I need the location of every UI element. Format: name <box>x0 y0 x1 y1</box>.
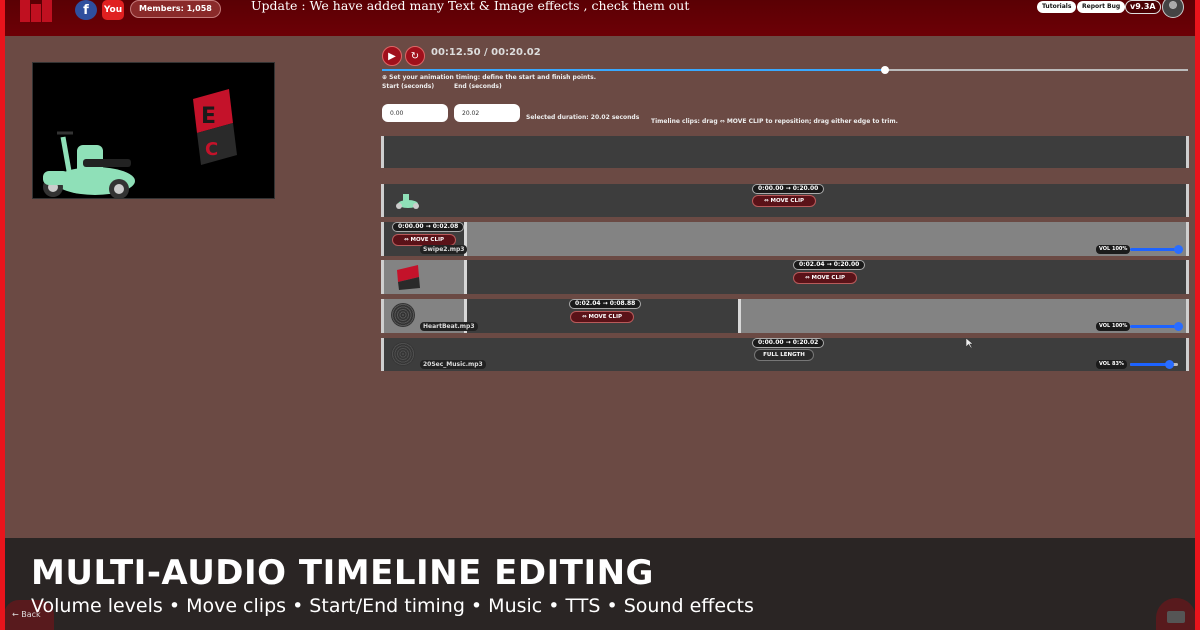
scrubber-handle[interactable] <box>881 66 890 74</box>
volume-slider-handle[interactable] <box>1173 245 1183 254</box>
volume-slider[interactable] <box>1130 245 1183 254</box>
clip-range-badge: 0:02.04 → 0:08.88 <box>569 299 642 309</box>
update-banner: Update : We have added many Text & Image… <box>251 0 690 13</box>
volume-slider-handle[interactable] <box>1165 360 1175 369</box>
volume-slider-fill <box>1130 325 1178 328</box>
top-bar: f You Members: 1,058 Update : We have ad… <box>0 0 1200 36</box>
emc-logo: E C <box>193 89 237 165</box>
scrubber-progress <box>382 69 886 71</box>
preview-canvas: E C <box>43 89 237 198</box>
timeline-track-logo[interactable]: 0:02.04 → 0:20.00 ⇔ MOVE CLIP <box>381 260 1189 294</box>
volume-slider-fill <box>1130 248 1178 251</box>
timing-hint: ⊕ Set your animation timing: define the … <box>382 74 597 81</box>
move-clip-button[interactable]: ⇔ MOVE CLIP <box>752 195 816 207</box>
time-readout: 00:12.50 / 00:20.02 <box>431 47 541 58</box>
replay-icon: ↻ <box>410 50 420 62</box>
timeline-track-music[interactable]: 0:00.00 → 0:20.02 FULL LENGTH 20Sec_Musi… <box>381 338 1189 371</box>
youtube-icon[interactable]: You <box>102 0 124 20</box>
end-seconds-input[interactable] <box>454 104 520 122</box>
audio-disc-icon <box>391 342 415 366</box>
site-logo[interactable] <box>18 0 54 24</box>
volume-label: VOL 100% <box>1096 245 1131 254</box>
play-button[interactable]: ▶ <box>382 46 402 66</box>
volume-label: VOL 100% <box>1096 322 1131 331</box>
volume-slider-handle[interactable] <box>1173 322 1183 331</box>
timeline-track-heartbeat[interactable]: 0:02.04 → 0:08.88 ⇔ MOVE CLIP HeartBeat.… <box>381 299 1189 333</box>
timeline-track-empty[interactable] <box>381 136 1189 168</box>
clip-range-badge: 0:00.00 → 0:20.00 <box>752 184 825 194</box>
audio-disc-icon <box>391 303 415 327</box>
end-label: End (seconds) <box>454 83 502 90</box>
move-clip-button[interactable]: ⇔ MOVE CLIP <box>570 311 634 323</box>
volume-slider[interactable] <box>1130 360 1178 369</box>
clip-range-badge: 0:02.04 → 0:20.00 <box>793 260 866 270</box>
playback-scrubber[interactable] <box>382 66 1188 74</box>
timeline-track-swipe[interactable]: 0:00.00 → 0:02.08 ⇔ MOVE CLIP Swipe2.mp3… <box>381 222 1189 256</box>
logo-thumbnail <box>397 265 420 290</box>
tutorials-button[interactable]: Tutorials <box>1037 1 1077 13</box>
caption-subtitle: Volume levels • Move clips • Start/End t… <box>31 595 754 617</box>
clip-trim-handle[interactable] <box>738 299 741 333</box>
play-icon: ▶ <box>388 50 396 62</box>
members-count-badge: Members: 1,058 <box>130 0 221 18</box>
avatar[interactable] <box>1162 0 1184 18</box>
volume-slider[interactable] <box>1130 322 1183 331</box>
audio-file-name: HeartBeat.mp3 <box>420 322 478 331</box>
track-inactive-region <box>464 222 1186 256</box>
start-label: Start (seconds) <box>382 83 435 90</box>
facebook-icon[interactable]: f <box>75 0 97 20</box>
report-bug-button[interactable]: Report Bug <box>1077 1 1126 13</box>
svg-text:C: C <box>205 139 218 160</box>
volume-label: VOL 83% <box>1096 360 1127 369</box>
clip-range-badge: 0:00.00 → 0:02.08 <box>392 222 465 232</box>
audio-file-name: 20Sec_Music.mp3 <box>420 360 486 369</box>
selected-duration: Selected duration: 20.02 seconds <box>526 114 640 121</box>
timeline-track-scooter[interactable]: 0:00.00 → 0:20.00 ⇔ MOVE CLIP <box>381 184 1189 217</box>
replay-button[interactable]: ↻ <box>405 46 425 66</box>
caption-title: MULTI-AUDIO TIMELINE EDITING <box>31 553 654 593</box>
volume-slider-fill <box>1130 363 1170 366</box>
scooter-thumbnail <box>396 194 419 209</box>
chat-icon <box>1167 611 1185 623</box>
audio-file-name: Swipe2.mp3 <box>420 245 468 254</box>
mouse-cursor-icon <box>966 338 974 348</box>
move-clip-button[interactable]: ⇔ MOVE CLIP <box>793 272 857 284</box>
clips-hint: Timeline clips: drag ⇔ MOVE CLIP to repo… <box>651 118 898 125</box>
start-seconds-input[interactable] <box>382 104 448 122</box>
scooter-image <box>43 131 135 198</box>
chat-button[interactable] <box>1156 598 1196 630</box>
version-badge: v9.3A <box>1125 0 1161 14</box>
svg-text:E: E <box>201 104 216 129</box>
full-length-button[interactable]: FULL LENGTH <box>754 349 814 361</box>
clip-range-badge: 0:00.00 → 0:20.02 <box>752 338 825 348</box>
clip-trim-handle[interactable] <box>464 260 467 294</box>
video-preview[interactable]: E C <box>32 62 275 199</box>
